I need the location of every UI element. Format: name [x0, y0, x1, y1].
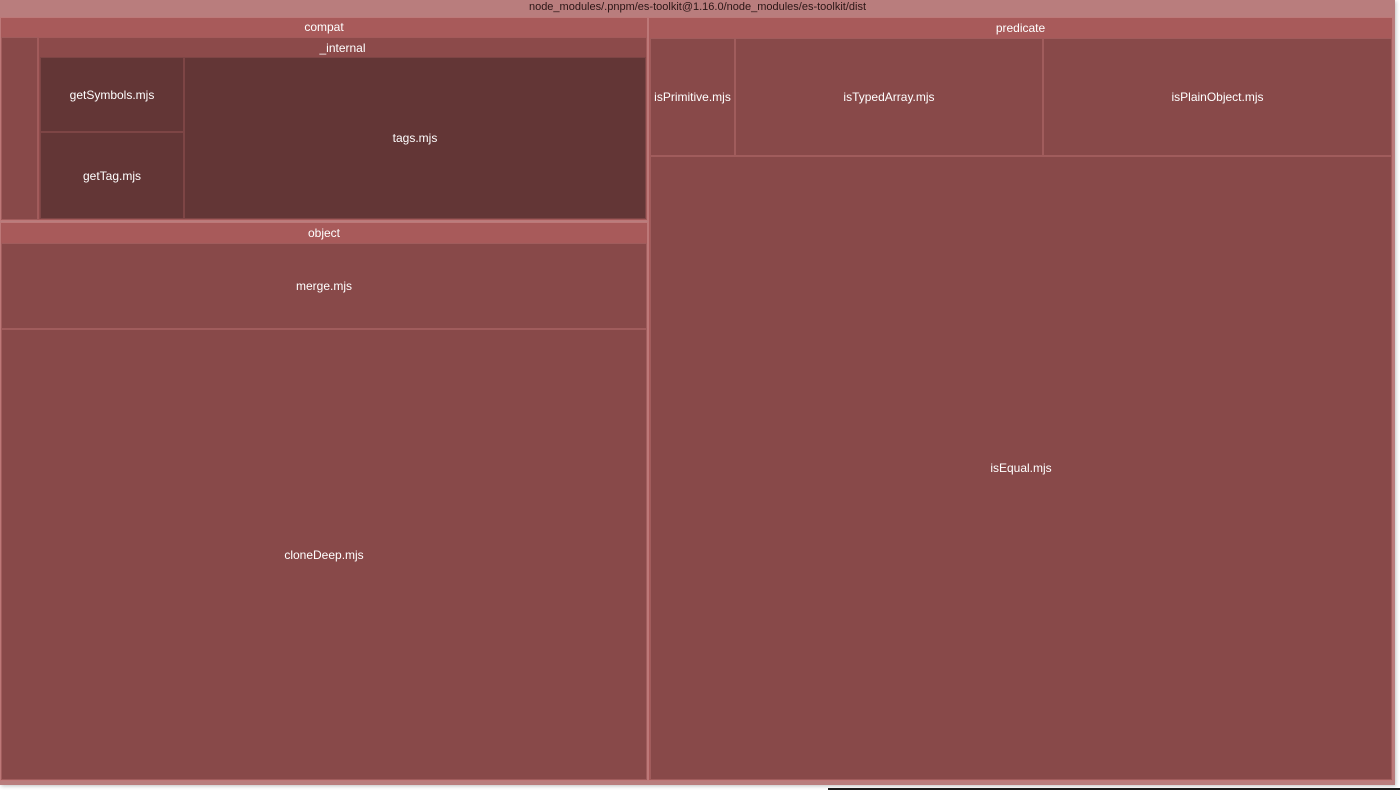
file-merge[interactable]: merge.mjs	[1, 243, 647, 329]
file-isPrimitive[interactable]: isPrimitive.mjs	[650, 38, 735, 156]
file-isEqual-label: isEqual.mjs	[990, 461, 1052, 475]
group-compat-internal[interactable]: _internal getSymbols.mjs getTag.mjs tags…	[38, 37, 647, 220]
file-cloneDeep[interactable]: cloneDeep.mjs	[1, 329, 647, 780]
file-isPrimitive-label: isPrimitive.mjs	[654, 90, 731, 104]
group-object-title: object	[307, 226, 341, 240]
file-isTypedArray[interactable]: isTypedArray.mjs	[735, 38, 1043, 156]
file-tags-label: tags.mjs	[392, 131, 438, 145]
group-compat-title: compat	[304, 20, 344, 34]
group-object[interactable]: object merge.mjs cloneDeep.mjs	[0, 222, 648, 781]
treemap-root[interactable]: node_modules/.pnpm/es-toolkit@1.16.0/nod…	[0, 0, 1395, 785]
file-getTag-label: getTag.mjs	[82, 168, 142, 183]
file-isEqual[interactable]: isEqual.mjs	[650, 156, 1392, 780]
group-predicate[interactable]: predicate isPrimitive.mjs isTypedArray.m…	[648, 17, 1393, 781]
file-isPlainObject-label: isPlainObject.mjs	[1171, 90, 1264, 104]
group-predicate-title: predicate	[995, 21, 1046, 35]
compat-small-file[interactable]	[1, 37, 38, 220]
file-merge-label: merge.mjs	[295, 279, 352, 293]
file-tags[interactable]: tags.mjs	[184, 57, 646, 219]
group-compat[interactable]: compat _internal getSymbols.mjs getTag.m…	[0, 17, 648, 221]
file-cloneDeep-label: cloneDeep.mjs	[284, 547, 364, 562]
file-isPlainObject[interactable]: isPlainObject.mjs	[1043, 38, 1392, 156]
root-path-label: node_modules/.pnpm/es-toolkit@1.16.0/nod…	[528, 1, 867, 13]
file-isTypedArray-label: isTypedArray.mjs	[843, 90, 935, 104]
file-getTag[interactable]: getTag.mjs	[40, 132, 184, 219]
file-getSymbols[interactable]: getSymbols.mjs	[40, 57, 184, 132]
group-internal-title: _internal	[319, 41, 366, 55]
file-getSymbols-label: getSymbols.mjs	[69, 87, 155, 102]
